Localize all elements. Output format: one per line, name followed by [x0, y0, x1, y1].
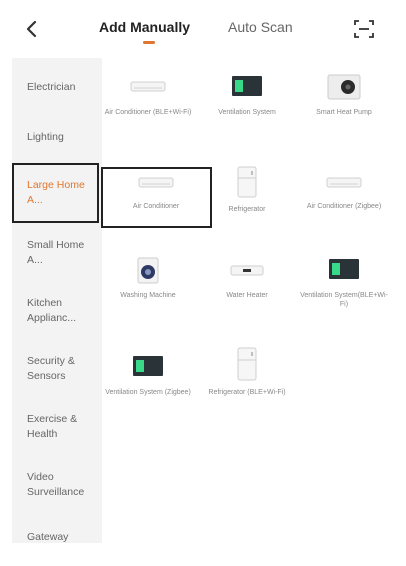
device-smart-heat-pump[interactable]: Smart Heat Pump [300, 72, 388, 117]
sidebar-item-label: Lighting [27, 130, 64, 143]
selected-device-highlight [101, 167, 212, 228]
sidebar-item-label: Electrician [27, 80, 76, 93]
device-water-heater[interactable]: Water Heater [203, 255, 291, 300]
device-ventilation-system[interactable]: Ventilation System [203, 72, 291, 117]
sidebar-selection-highlight [12, 163, 99, 223]
tab-auto-scan[interactable]: Auto Scan [228, 19, 293, 35]
sidebar-item-exercise-health[interactable]: Exercise & Health [12, 398, 102, 456]
device-label: Air Conditioner (Zigbee) [306, 203, 382, 210]
air-conditioner-icon [130, 81, 166, 92]
ventilation-unit-icon [133, 356, 163, 376]
ventilation-unit-icon [232, 76, 262, 96]
refrigerator-icon [237, 166, 257, 198]
sidebar-item-label: Security & Sensors [27, 355, 75, 382]
device-label: Refrigerator (BLE+Wi-Fi) [208, 389, 286, 396]
ventilation-unit-icon [329, 259, 359, 279]
sidebar-item-lighting[interactable]: Lighting [12, 108, 102, 166]
sidebar-item-label: Exercise & Health [27, 413, 78, 440]
device-label: Water Heater [226, 292, 268, 299]
top-bar: Add Manually Auto Scan [0, 0, 406, 58]
device-label: Air Conditioner (BLE+Wi-Fi) [104, 109, 192, 116]
category-sidebar: Electrician Lighting Large Home A... Sma… [12, 58, 102, 543]
back-arrow-icon[interactable] [20, 15, 44, 43]
device-ventilation-system-ble-wifi[interactable]: Ventilation System(BLE+Wi-Fi) [300, 255, 388, 309]
sidebar-item-security-sensors[interactable]: Security & Sensors [12, 340, 102, 398]
device-label: Ventilation System [218, 109, 276, 116]
device-label: Ventilation System(BLE+Wi-Fi) [300, 292, 388, 308]
refrigerator-icon [237, 347, 257, 381]
device-refrigerator-ble-wifi[interactable]: Refrigerator (BLE+Wi-Fi) [203, 346, 291, 397]
sidebar-item-gateway[interactable]: Gateway [12, 508, 102, 566]
heat-pump-icon [327, 74, 361, 100]
air-conditioner-icon [326, 177, 362, 188]
device-air-conditioner-ble-wifi[interactable]: Air Conditioner (BLE+Wi-Fi) [104, 72, 192, 117]
device-ventilation-system-zigbee[interactable]: Ventilation System (Zigbee) [104, 352, 192, 397]
device-label: Refrigerator [228, 206, 266, 213]
sidebar-item-label: Gateway [27, 530, 69, 543]
washing-machine-icon [137, 257, 159, 284]
sidebar-item-label: Kitchen Applianc... [27, 297, 77, 324]
sidebar-item-small-home-appliances[interactable]: Small Home A... [12, 224, 102, 282]
water-heater-icon [230, 265, 264, 276]
device-washing-machine[interactable]: Washing Machine [104, 255, 192, 300]
device-label: Ventilation System (Zigbee) [105, 389, 191, 396]
device-label: Smart Heat Pump [316, 109, 372, 116]
scan-icon[interactable] [352, 17, 376, 41]
sidebar-item-label: Video Surveillance [27, 471, 85, 498]
sidebar-item-label: Small Home A... [27, 239, 85, 266]
sidebar-item-kitchen-appliances[interactable]: Kitchen Applianc... [12, 282, 102, 340]
device-label: Washing Machine [120, 292, 176, 299]
active-tab-indicator [143, 41, 155, 44]
device-refrigerator[interactable]: Refrigerator [203, 165, 291, 214]
sidebar-item-video-surveillance[interactable]: Video Surveillance [12, 456, 102, 514]
tab-add-manually[interactable]: Add Manually [99, 19, 190, 35]
device-air-conditioner-zigbee[interactable]: Air Conditioner (Zigbee) [300, 170, 388, 211]
